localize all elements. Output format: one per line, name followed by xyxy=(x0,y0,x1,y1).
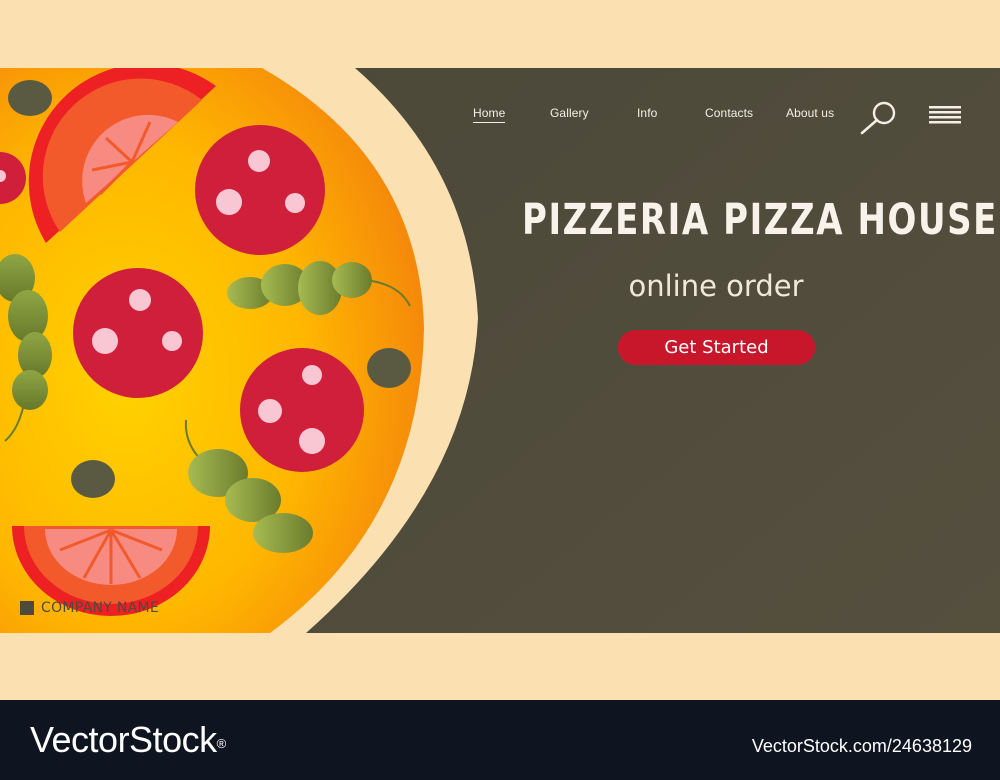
nav-contacts[interactable]: Contacts xyxy=(705,106,753,120)
nav-about-us[interactable]: About us xyxy=(786,106,834,120)
menu-button[interactable] xyxy=(929,106,961,124)
search-icon xyxy=(860,101,896,135)
nav-info[interactable]: Info xyxy=(637,106,657,120)
company-logo: COMPANY NAME xyxy=(20,598,159,618)
page-title: PIZZERIA PIZZA HOUSE xyxy=(521,195,998,245)
page-subtitle: online order xyxy=(628,269,804,303)
landing-page: Home Gallery Info Contacts About us PIZZ… xyxy=(0,0,1000,780)
company-name: COMPANY NAME xyxy=(41,600,160,616)
hero-artwork xyxy=(0,68,1000,633)
brand-name: VectorStock xyxy=(30,719,217,760)
hamburger-menu-icon xyxy=(929,106,961,124)
get-started-button[interactable]: Get Started xyxy=(618,330,815,365)
registered-mark: ® xyxy=(216,736,227,751)
nav-home[interactable]: Home xyxy=(473,106,506,123)
hero-section xyxy=(0,68,1000,633)
logo-square-icon xyxy=(20,601,34,615)
image-id: VectorStock.com/24638129 xyxy=(751,736,972,756)
pizza-illustration xyxy=(0,68,424,633)
watermark-bar: VectorStock® VectorStock.com/24638129 xyxy=(0,700,1000,780)
vectorstock-logo: VectorStock® xyxy=(30,718,226,762)
search-button[interactable] xyxy=(858,100,898,136)
nav-gallery[interactable]: Gallery xyxy=(550,106,589,120)
main-nav: Home Gallery Info Contacts About us xyxy=(0,106,1000,126)
